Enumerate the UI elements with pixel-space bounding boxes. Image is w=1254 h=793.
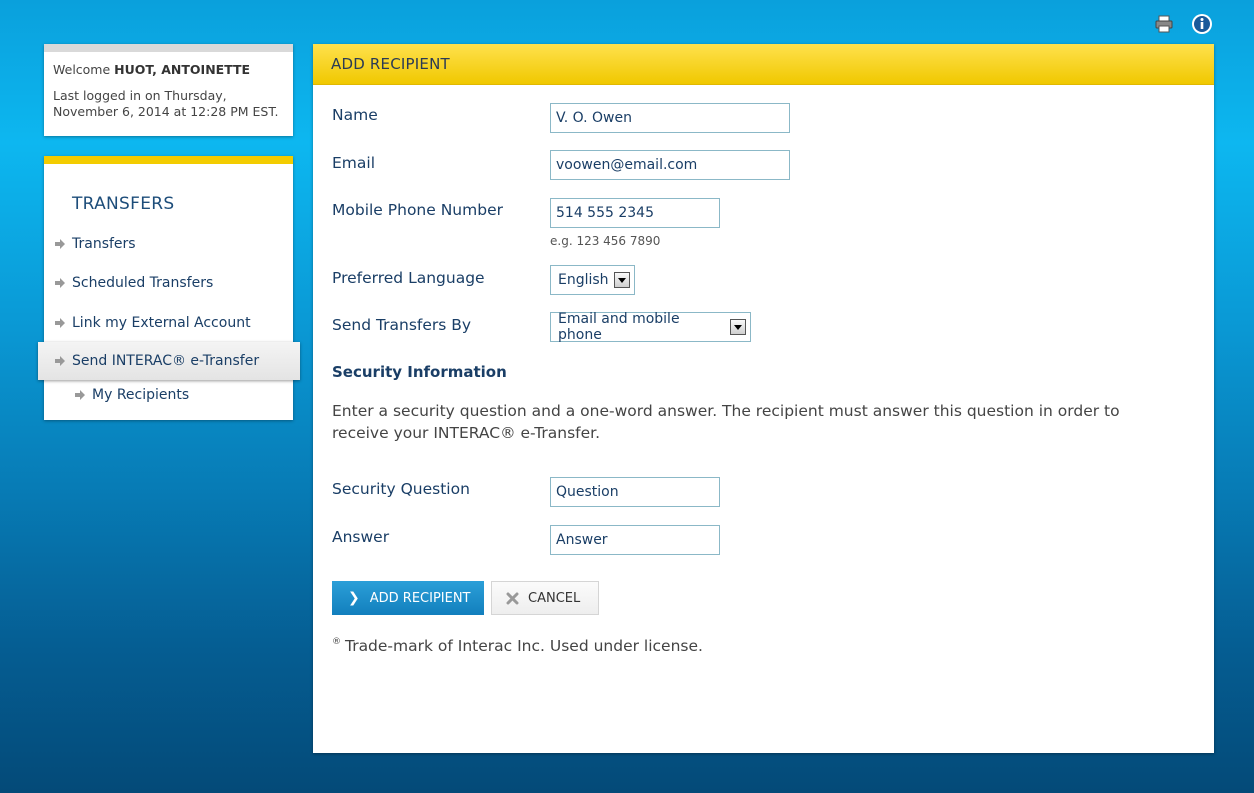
info-icon[interactable] — [1190, 12, 1214, 36]
welcome-box: Welcome HUOT, ANTOINETTE Last logged in … — [44, 44, 293, 136]
welcome-prefix: Welcome — [53, 62, 111, 77]
nav-item-label: Scheduled Transfers — [72, 275, 214, 291]
security-question-label: Security Question — [332, 480, 470, 498]
name-input[interactable] — [550, 103, 790, 133]
welcome-line: Welcome HUOT, ANTOINETTE — [53, 62, 283, 78]
email-input[interactable] — [550, 150, 790, 180]
security-heading: Security Information — [332, 363, 507, 381]
arrow-right-icon — [55, 278, 65, 288]
chevron-down-icon — [613, 272, 630, 288]
phone-label: Mobile Phone Number — [332, 201, 503, 219]
transfers-nav: TRANSFERS Transfers Scheduled Transfers … — [38, 156, 300, 420]
send-by-label: Send Transfers By — [332, 316, 472, 334]
send-by-select[interactable]: Email and mobile phone — [550, 311, 751, 343]
nav-item-transfers[interactable]: Transfers — [54, 234, 136, 254]
nav-item-label: Transfers — [72, 236, 136, 252]
name-label: Name — [332, 106, 378, 124]
answer-input[interactable] — [550, 525, 720, 555]
nav-item-link-external-account[interactable]: Link my External Account — [54, 313, 251, 333]
phone-input[interactable] — [550, 198, 720, 228]
chevron-down-icon — [730, 319, 746, 335]
phone-hint: e.g. 123 456 7890 — [550, 234, 661, 248]
footnote-text: Trade-mark of Interac Inc. Used under li… — [345, 637, 703, 655]
close-icon — [505, 591, 520, 606]
language-select[interactable]: English — [550, 265, 635, 295]
panel-title: ADD RECIPIENT — [313, 44, 1214, 85]
security-question-input[interactable] — [550, 477, 720, 507]
nav-item-label: My Recipients — [92, 387, 190, 403]
language-value: English — [558, 272, 609, 288]
add-recipient-button[interactable]: ❯ ADD RECIPIENT — [332, 581, 484, 615]
print-icon[interactable] — [1152, 12, 1176, 36]
nav-subitem-my-recipients[interactable]: My Recipients — [74, 385, 189, 405]
arrow-right-icon — [75, 390, 85, 400]
add-recipient-panel: ADD RECIPIENT Name Email Mobile Phone Nu… — [313, 44, 1214, 753]
nav-item-label: Link my External Account — [72, 315, 251, 331]
arrow-right-icon — [55, 239, 65, 249]
cancel-label: CANCEL — [528, 590, 581, 606]
email-label: Email — [332, 154, 376, 172]
arrow-right-icon — [55, 318, 65, 328]
user-name: HUOT, ANTOINETTE — [114, 62, 251, 77]
security-description: Enter a security question and a one-word… — [332, 402, 1120, 442]
arrow-right-icon — [55, 356, 65, 366]
nav-item-send-interac[interactable]: Send INTERAC® e-Transfer — [38, 342, 300, 380]
cancel-button[interactable]: CANCEL — [491, 581, 599, 615]
nav-heading: TRANSFERS — [72, 194, 175, 214]
language-label: Preferred Language — [332, 269, 485, 287]
answer-label: Answer — [332, 528, 390, 546]
add-recipient-label: ADD RECIPIENT — [369, 590, 471, 606]
nav-item-label: Send INTERAC® e-Transfer — [72, 353, 260, 369]
nav-item-scheduled-transfers[interactable]: Scheduled Transfers — [54, 273, 213, 293]
last-logged-text: Last logged in on Thursday, November 6, … — [53, 88, 279, 119]
trademark-footnote: ® Trade-mark of Interac Inc. Used under l… — [332, 637, 703, 655]
chevron-right-icon: ❯ — [348, 590, 360, 606]
registered-mark: ® — [332, 637, 341, 647]
header-icons — [1152, 12, 1214, 36]
send-by-value: Email and mobile phone — [558, 311, 680, 343]
